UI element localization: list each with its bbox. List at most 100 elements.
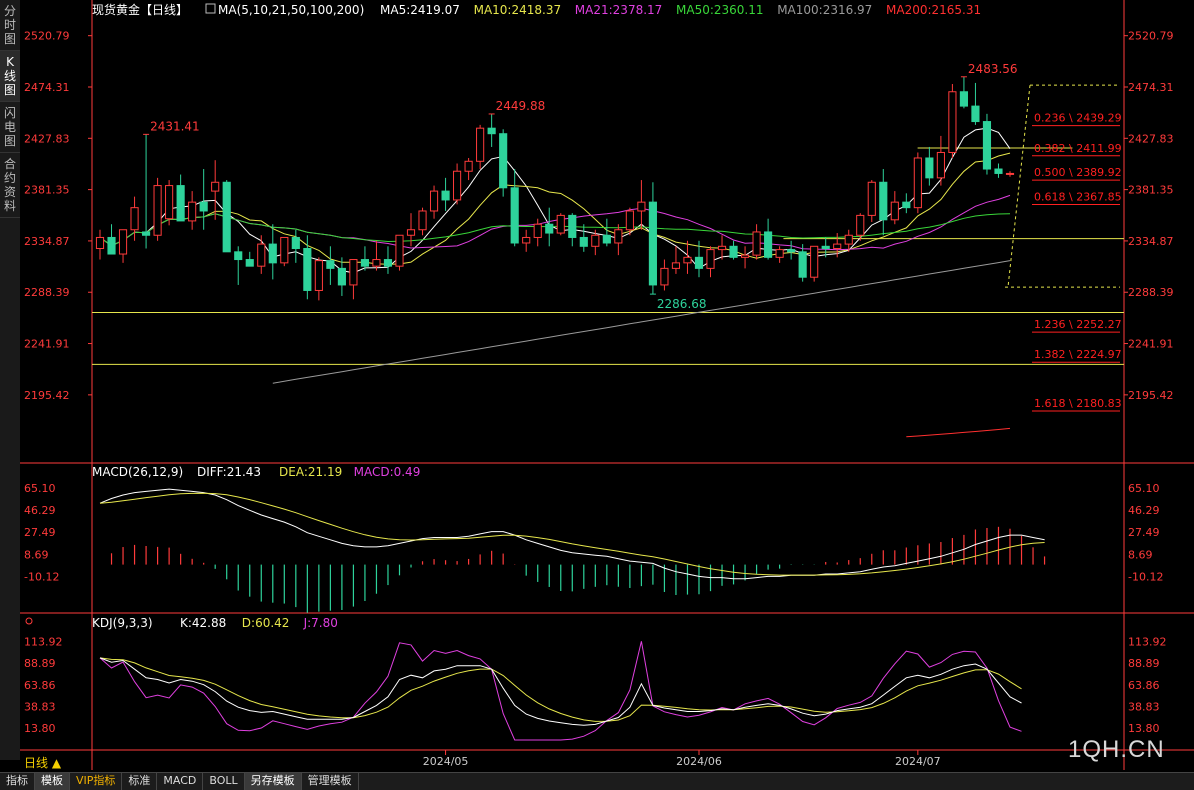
candle-body-25 bbox=[383, 259, 393, 267]
fib-label-1: 0.382 \ 2411.99 bbox=[1034, 142, 1122, 155]
candle-body-31 bbox=[453, 170, 462, 201]
candle-11 bbox=[222, 180, 231, 253]
candle-body-26 bbox=[395, 234, 404, 267]
y-label-l-7: 2195.42 bbox=[24, 389, 70, 402]
candle-body-79 bbox=[1005, 172, 1015, 175]
bottom-tab-5[interactable]: BOLL bbox=[203, 773, 245, 790]
period-label[interactable]: 日线 ▲ bbox=[24, 754, 61, 771]
candle-body-70 bbox=[902, 201, 911, 209]
candle-body-16 bbox=[280, 236, 289, 264]
ma-value-0: MA5:2419.07 bbox=[380, 3, 460, 17]
y-label-l-4: 2334.87 bbox=[24, 235, 70, 248]
side-tabs: 分时图K线图闪电图合约资料 bbox=[0, 0, 21, 760]
candle-body-11 bbox=[222, 181, 231, 253]
side-tab-2[interactable]: 闪电图 bbox=[0, 102, 20, 153]
fib-label-2: 0.500 \ 2389.92 bbox=[1034, 166, 1122, 179]
y-label-r-5: 2288.39 bbox=[1128, 286, 1174, 299]
candle-body-8 bbox=[188, 201, 197, 222]
y-label-r-7: 2195.42 bbox=[1128, 389, 1174, 402]
candle-body-74 bbox=[948, 91, 957, 153]
candle-body-5 bbox=[153, 185, 162, 236]
y-label-l-2: 2427.83 bbox=[24, 132, 70, 145]
candle-body-10 bbox=[211, 181, 220, 192]
kdj-y-r-0: 113.92 bbox=[1128, 636, 1167, 649]
candle-body-39 bbox=[545, 223, 554, 234]
candle-body-30 bbox=[441, 190, 450, 201]
candle-body-75 bbox=[959, 91, 968, 107]
side-tab-1[interactable]: K线图 bbox=[0, 51, 20, 102]
bottom-toolbar: 指标 模板 VIP指标 标准 MACD BOLL 另存模板 管理模板 bbox=[0, 772, 1194, 790]
candle-body-42 bbox=[579, 236, 588, 247]
ma-value-2: MA21:2378.17 bbox=[575, 3, 663, 17]
candle-body-24 bbox=[372, 259, 381, 267]
candle-body-49 bbox=[660, 267, 669, 286]
bottom-tab-7[interactable]: 管理模板 bbox=[302, 773, 359, 790]
side-tab-0[interactable]: 分时图 bbox=[0, 0, 20, 51]
candle-body-64 bbox=[833, 243, 842, 250]
y-label-r-2: 2427.83 bbox=[1128, 132, 1174, 145]
candle-body-1 bbox=[107, 236, 116, 255]
candle-body-54 bbox=[717, 245, 727, 251]
candle-body-72 bbox=[925, 157, 934, 179]
candle-body-41 bbox=[568, 214, 577, 238]
kdj-y-l-4: 13.80 bbox=[24, 722, 56, 735]
ma-value-4: MA100:2316.97 bbox=[777, 3, 872, 17]
macd-y-r-2: 27.49 bbox=[1128, 526, 1160, 539]
candle-body-69 bbox=[890, 201, 899, 221]
candle-body-52 bbox=[694, 256, 704, 269]
candle-6 bbox=[165, 180, 174, 226]
kdj-y-r-2: 63.86 bbox=[1128, 679, 1160, 692]
candle-71 bbox=[913, 152, 922, 214]
bottom-tab-6[interactable]: 另存模板 bbox=[244, 773, 302, 790]
candle-body-15 bbox=[268, 243, 277, 264]
candle-body-37 bbox=[522, 236, 531, 244]
side-tab-3[interactable]: 合约资料 bbox=[0, 153, 20, 218]
candle-body-56 bbox=[740, 254, 750, 258]
y-label-r-6: 2241.91 bbox=[1128, 338, 1174, 351]
candle-body-58 bbox=[764, 231, 773, 258]
bottom-tab-0[interactable]: 指标 bbox=[0, 773, 35, 790]
candle-body-29 bbox=[429, 190, 439, 212]
kdj-y-l-2: 63.86 bbox=[24, 679, 56, 692]
candle-body-21 bbox=[337, 267, 346, 286]
bottom-tab-3[interactable]: 标准 bbox=[122, 773, 158, 790]
candle-body-19 bbox=[314, 260, 323, 291]
candle-body-40 bbox=[556, 214, 565, 234]
candle-body-61 bbox=[798, 251, 807, 278]
price-chart[interactable]: 2520.79 2520.79 2474.31 2474.31 2427.83 2427.… bbox=[20, 0, 1194, 770]
y-label-l-0: 2520.79 bbox=[24, 30, 70, 43]
candle-67 bbox=[867, 180, 876, 223]
kdj-value-2: J:7.80 bbox=[303, 616, 338, 630]
bottom-tab-4[interactable]: MACD bbox=[157, 773, 204, 790]
candle-body-57 bbox=[752, 231, 761, 256]
x-label-2: 2024/07 bbox=[895, 755, 941, 768]
candle-body-17 bbox=[291, 236, 300, 250]
macd-y-r-1: 46.29 bbox=[1128, 504, 1160, 517]
candle-body-44 bbox=[602, 234, 611, 244]
kdj-y-r-3: 38.83 bbox=[1128, 700, 1160, 713]
candle-body-4 bbox=[142, 231, 151, 236]
macd-value-2: MACD:0.49 bbox=[354, 465, 421, 479]
candle-body-34 bbox=[487, 127, 496, 135]
candle-body-59 bbox=[775, 249, 784, 258]
candle-body-7 bbox=[176, 185, 185, 222]
fib-label-5: 1.382 \ 2224.97 bbox=[1034, 348, 1122, 361]
candle-body-71 bbox=[913, 157, 922, 209]
candle-body-43 bbox=[591, 234, 600, 247]
y-label-l-6: 2241.91 bbox=[24, 338, 70, 351]
bottom-tab-2[interactable]: VIP指标 bbox=[70, 773, 123, 790]
kdj-y-r-1: 88.89 bbox=[1128, 657, 1160, 670]
candle-5 bbox=[153, 177, 162, 241]
candle-body-32 bbox=[464, 160, 473, 172]
x-label-0: 2024/05 bbox=[423, 755, 469, 768]
bottom-tab-1[interactable]: 模板 bbox=[35, 773, 70, 790]
price-annotation-1: 2449.88 bbox=[496, 99, 546, 113]
candle-77 bbox=[982, 113, 992, 175]
price-annotation-3: 2483.56 bbox=[968, 62, 1018, 76]
candle-body-9 bbox=[199, 201, 208, 212]
y-label-r-3: 2381.35 bbox=[1128, 184, 1174, 197]
kdj-title: KDJ(9,3,3) bbox=[92, 616, 153, 630]
macd-y-r-0: 65.10 bbox=[1128, 482, 1160, 495]
fib-label-3: 0.618 \ 2367.85 bbox=[1034, 191, 1122, 204]
candle-body-2 bbox=[118, 229, 128, 255]
